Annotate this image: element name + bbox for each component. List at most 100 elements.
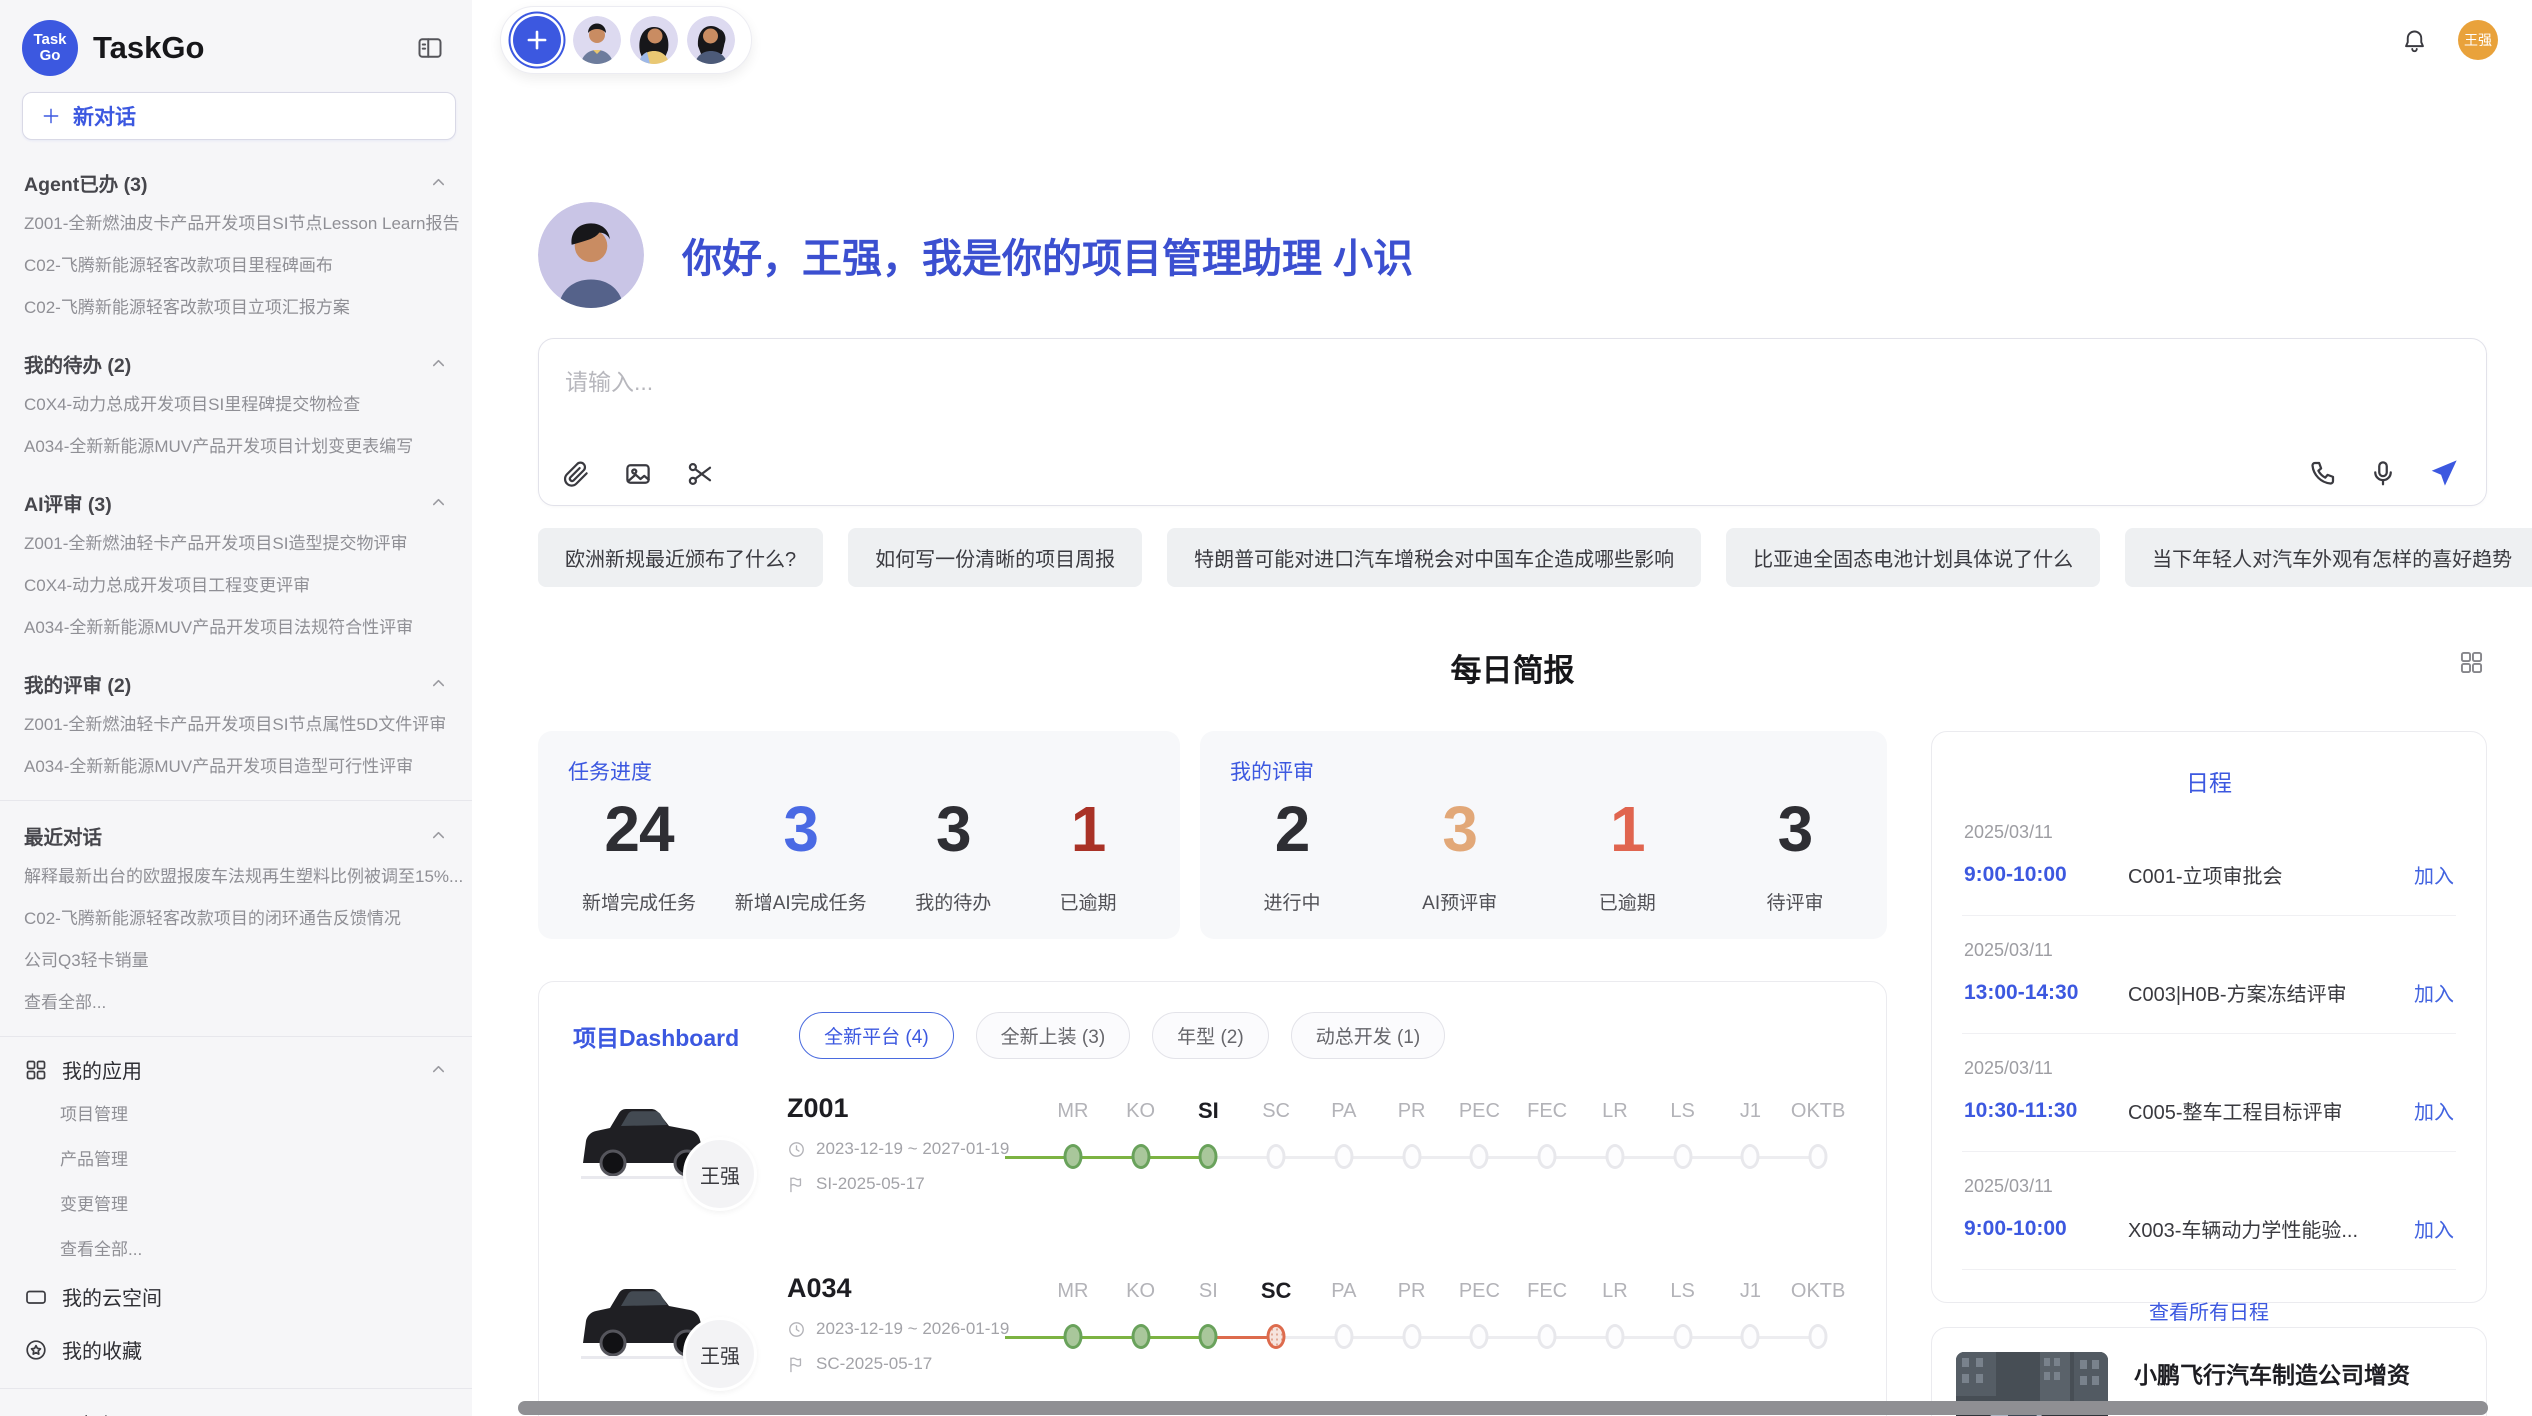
- composer-placeholder: 请输入...: [565, 363, 653, 397]
- section-header[interactable]: 我的评审 (2): [0, 649, 472, 704]
- milestone-label: LS: [1649, 1095, 1717, 1127]
- milestone: LS: [1649, 1095, 1717, 1181]
- apps-grid-icon: [24, 1058, 48, 1082]
- sidebar-item[interactable]: C0X4-动力总成开发项目SI里程碑提交物检查: [0, 384, 472, 426]
- daily-briefing-title: 每日简报: [1451, 653, 1575, 688]
- agent-avatar-pill: [500, 6, 752, 74]
- milestone: KO: [1107, 1095, 1175, 1181]
- stat-value: 1: [1040, 792, 1136, 866]
- message-composer[interactable]: 请输入...: [538, 338, 2487, 506]
- sidebar-collapse-button[interactable]: [412, 30, 448, 66]
- suggestion-chips: 欧洲新规最近颁布了什么? 如何写一份清晰的项目周报特朗普可能对进口汽车增税会对中国…: [538, 528, 2487, 587]
- join-button[interactable]: 加入: [2414, 860, 2454, 889]
- suggestion-chip[interactable]: 欧洲新规最近颁布了什么?: [538, 528, 823, 587]
- section-header[interactable]: 我的待办 (2): [0, 329, 472, 384]
- chevron-up-icon: [429, 173, 448, 192]
- image-icon[interactable]: [623, 459, 653, 489]
- notification-bell-button[interactable]: [2397, 23, 2432, 58]
- send-icon[interactable]: [2428, 457, 2460, 489]
- milestone-dot-area: [1378, 1317, 1446, 1361]
- add-agent-button[interactable]: [513, 16, 561, 64]
- milestone-label: LR: [1581, 1095, 1649, 1127]
- milestone: PEC: [1446, 1275, 1514, 1361]
- scissors-icon[interactable]: [685, 459, 715, 489]
- recent-chat-item[interactable]: C02-飞腾新能源轻客改款项目的闭环通告反馈情况: [0, 898, 472, 940]
- milestone-dot: [1063, 1324, 1082, 1349]
- greeting-section: 你好，王强，我是你的项目管理助理 小识: [538, 202, 2487, 308]
- section-header[interactable]: AI评审 (3): [0, 468, 472, 523]
- milestone-dot-area: [1378, 1137, 1446, 1181]
- milestone-dot-area: [1310, 1317, 1378, 1361]
- dashboard-tab[interactable]: 全新上装 (3): [976, 1012, 1131, 1059]
- project-dashboard-card: 项目Dashboard 全新平台 (4) 全新上装 (3) 年型 (2) 动总开发 (…: [538, 981, 1887, 1416]
- section-header[interactable]: Agent已办 (3): [0, 148, 472, 203]
- sidebar-item[interactable]: C02-飞腾新能源轻客改款项目里程碑画布: [0, 245, 472, 287]
- recent-chats-header[interactable]: 最近对话: [0, 801, 472, 856]
- app-item[interactable]: 产品管理: [0, 1135, 472, 1180]
- sidebar-section: 我的待办 (2) C0X4-动力总成开发项目SI里程碑提交物检查A034-全新新…: [0, 329, 472, 468]
- flag-icon: [787, 1175, 806, 1194]
- project-owner-badge: 王强: [683, 1137, 757, 1211]
- sidebar-item[interactable]: A034-全新新能源MUV产品开发项目造型可行性评审: [0, 746, 472, 788]
- milestone-label: PA: [1310, 1275, 1378, 1307]
- suggestion-chip[interactable]: 当下年轻人对汽车外观有怎样的喜好趋势: [2125, 528, 2532, 587]
- join-button[interactable]: 加入: [2414, 1096, 2454, 1125]
- recent-chat-item[interactable]: 解释最新出台的欧盟报废车法规再生塑料比例被调至15%...: [0, 856, 472, 898]
- stat: 3 新增AI完成任务: [735, 792, 867, 915]
- milestone-dot: [1131, 1144, 1150, 1169]
- attachment-icon[interactable]: [561, 459, 591, 489]
- sidebar-item[interactable]: C0X4-动力总成开发项目工程变更评审: [0, 565, 472, 607]
- phone-icon[interactable]: [2308, 458, 2338, 488]
- agent-avatar-3[interactable]: [687, 16, 735, 64]
- dashboard-tab[interactable]: 动总开发 (1): [1291, 1012, 1446, 1059]
- suggestion-chip[interactable]: 比亚迪全固态电池计划具体说了什么: [1726, 528, 2100, 587]
- sidebar-item-ai-staff[interactable]: AI超级员工: [0, 1397, 472, 1416]
- sidebar-item[interactable]: Z001-全新燃油皮卡产品开发项目SI节点Lesson Learn报告: [0, 203, 472, 245]
- sidebar-item[interactable]: C02-飞腾新能源轻客改款项目立项汇报方案: [0, 287, 472, 329]
- user-avatar[interactable]: 王强: [2458, 20, 2498, 60]
- sidebar-item-favorites[interactable]: 我的收藏: [0, 1323, 472, 1376]
- new-chat-button[interactable]: 新对话: [22, 92, 456, 140]
- view-all-events-link[interactable]: 查看所有日程: [1962, 1296, 2456, 1325]
- recent-chat-item[interactable]: 查看全部...: [0, 982, 472, 1024]
- milestone: PA: [1310, 1275, 1378, 1361]
- project-row[interactable]: 王强 A034 2023-12-19 ~ 2026-01-19: [573, 1273, 1852, 1391]
- my-apps-header[interactable]: 我的应用: [0, 1037, 472, 1090]
- milestone-dot-area: [1175, 1317, 1243, 1361]
- milestone-label: MR: [1039, 1275, 1107, 1307]
- project-row[interactable]: 王强 Z001 2023-12-19 ~ 2027-01-19: [573, 1093, 1852, 1211]
- dashboard-tab[interactable]: 年型 (2): [1152, 1012, 1269, 1059]
- join-button[interactable]: 加入: [2414, 1214, 2454, 1243]
- horizontal-scrollbar[interactable]: [518, 1401, 2488, 1415]
- ai-staff-label: AI超级员工: [62, 1409, 161, 1416]
- calendar-event: 2025/03/11 10:30-11:30 C005-整车工程目标评审 加入: [1962, 1034, 2456, 1152]
- milestone-dot: [1605, 1324, 1624, 1349]
- stat-label: 已逾期: [1579, 888, 1675, 915]
- sidebar-item[interactable]: A034-全新新能源MUV产品开发项目法规符合性评审: [0, 607, 472, 649]
- dashboard-tab[interactable]: 全新平台 (4): [799, 1012, 954, 1059]
- sidebar-item[interactable]: A034-全新新能源MUV产品开发项目计划变更表编写: [0, 426, 472, 468]
- stat-label: 新增AI完成任务: [735, 888, 867, 915]
- event-name: C001-立项审批会: [2128, 860, 2400, 889]
- milestone: FEC: [1513, 1095, 1581, 1181]
- suggestion-chip[interactable]: 特朗普可能对进口汽车增税会对中国车企造成哪些影响: [1167, 528, 1701, 587]
- milestone-label: PEC: [1446, 1095, 1514, 1127]
- agent-avatar-2[interactable]: [630, 16, 678, 64]
- divider: [0, 1388, 472, 1389]
- dashboard-title: 项目Dashboard: [573, 1019, 739, 1053]
- app-item[interactable]: 变更管理: [0, 1180, 472, 1225]
- milestone-dot: [1470, 1324, 1489, 1349]
- recent-chat-item[interactable]: 公司Q3轻卡销量: [0, 940, 472, 982]
- app-item[interactable]: 查看全部...: [0, 1225, 472, 1270]
- app-item[interactable]: 项目管理: [0, 1090, 472, 1135]
- sidebar-item[interactable]: Z001-全新燃油轻卡产品开发项目SI节点属性5D文件评审: [0, 704, 472, 746]
- layout-grid-button[interactable]: [2458, 649, 2485, 681]
- milestone-track: MR KO: [1039, 1275, 1852, 1361]
- milestone: PEC: [1446, 1095, 1514, 1181]
- agent-avatar-1[interactable]: [573, 16, 621, 64]
- sidebar-item[interactable]: Z001-全新燃油轻卡产品开发项目SI造型提交物评审: [0, 523, 472, 565]
- sidebar-item-cloud-space[interactable]: 我的云空间: [0, 1270, 472, 1323]
- join-button[interactable]: 加入: [2414, 978, 2454, 1007]
- microphone-icon[interactable]: [2368, 458, 2398, 488]
- suggestion-chip[interactable]: 如何写一份清晰的项目周报: [848, 528, 1142, 587]
